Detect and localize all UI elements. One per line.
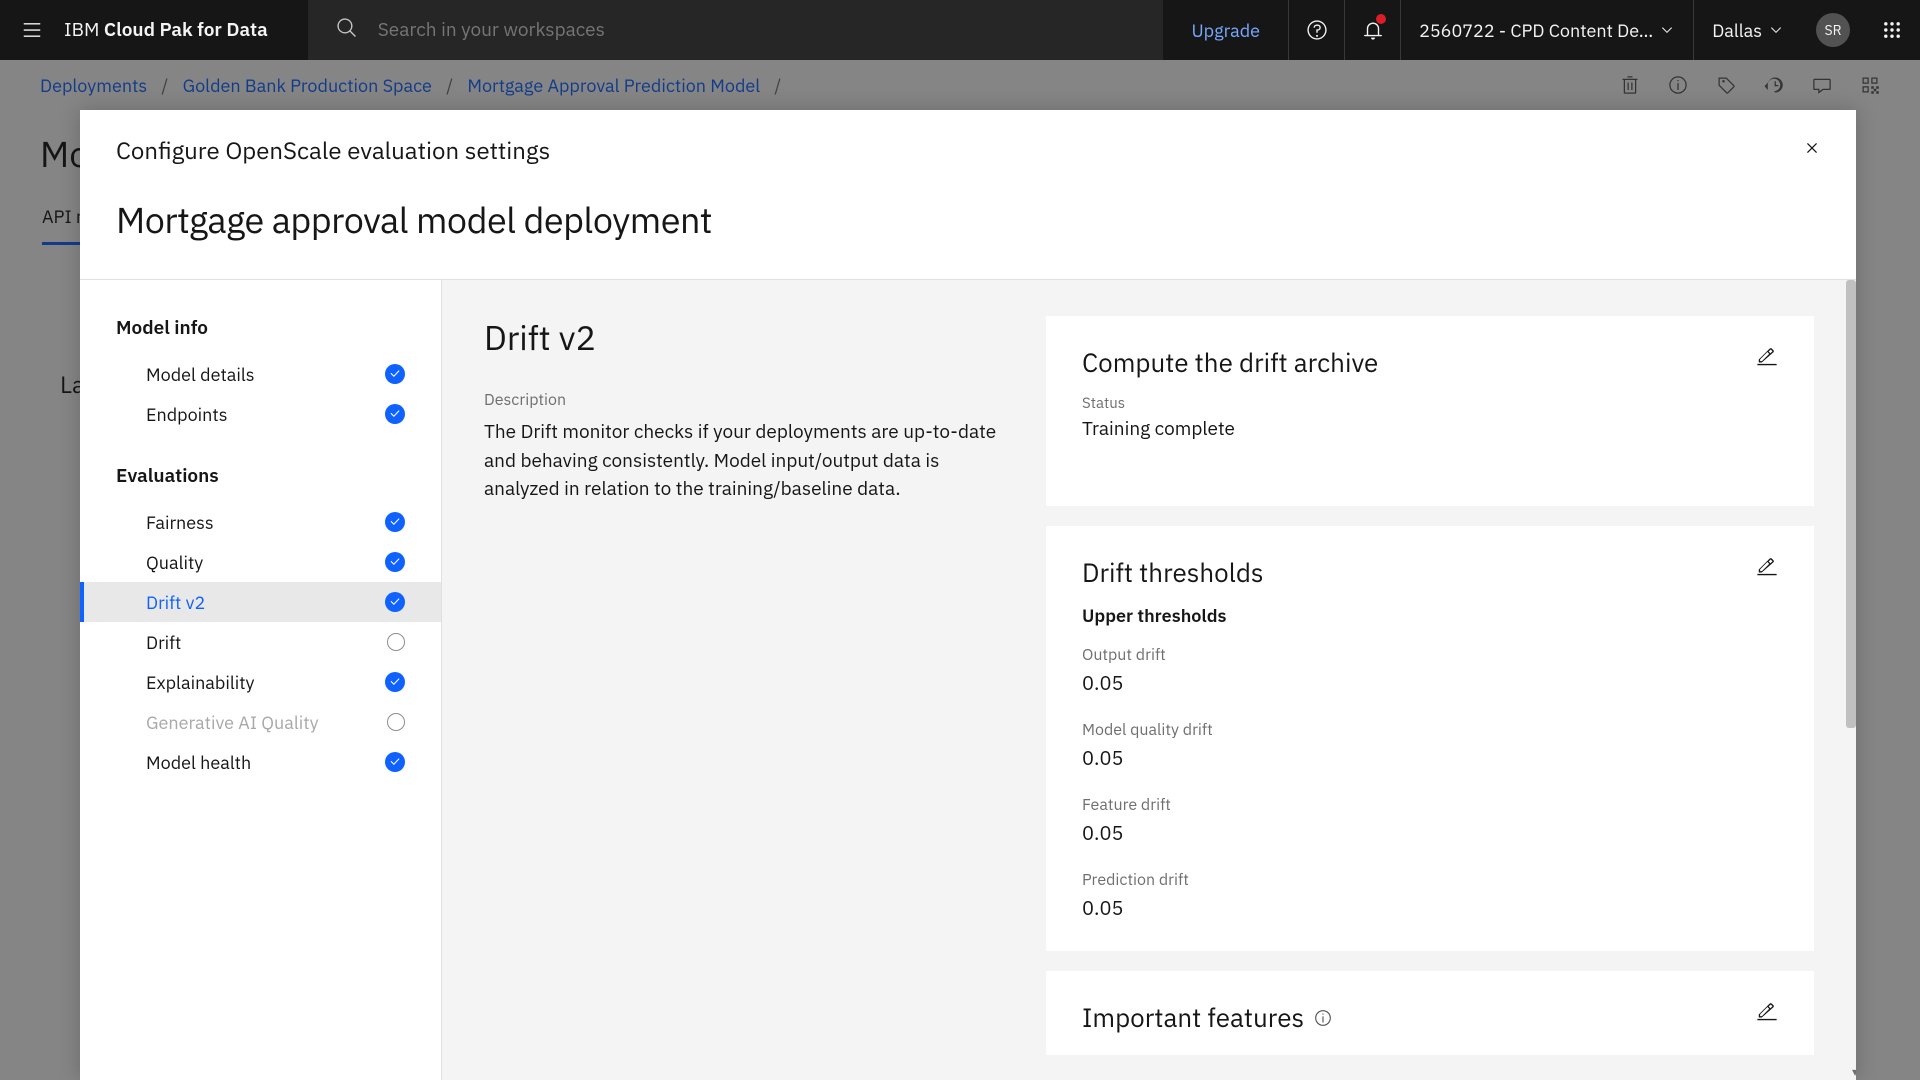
nav-label: Drift v2 [146, 591, 205, 614]
hamburger-menu[interactable] [0, 0, 64, 60]
check-icon [385, 672, 405, 692]
settings-modal: Configure OpenScale evaluation settings … [80, 110, 1856, 1080]
card-title: Important features [1082, 1001, 1332, 1035]
metric-output-drift: Output drift 0.05 [1082, 645, 1756, 696]
content-heading: Drift v2 [484, 316, 1004, 360]
check-icon [385, 364, 405, 384]
nav-label: Fairness [146, 511, 214, 534]
nav-label: Endpoints [146, 403, 228, 426]
edit-icon[interactable] [1756, 1001, 1778, 1028]
card-compute-archive: Compute the drift archive Status Trainin… [1046, 316, 1814, 506]
help-icon[interactable] [1288, 0, 1344, 60]
card-title: Compute the drift archive [1082, 346, 1378, 380]
metric-value: 0.05 [1082, 819, 1756, 846]
description-column: Drift v2 Description The Drift monitor c… [484, 316, 1004, 1044]
empty-status-icon [387, 633, 405, 651]
nav-model-health[interactable]: Model health [80, 742, 441, 782]
account-dropdown[interactable]: 2560722 - CPD Content De… [1400, 0, 1693, 60]
search-icon [336, 17, 358, 44]
app-switcher-icon[interactable] [1864, 0, 1920, 60]
metric-value: 0.05 [1082, 669, 1756, 696]
upgrade-link[interactable]: Upgrade [1163, 19, 1288, 42]
nav-endpoints[interactable]: Endpoints [80, 394, 441, 434]
group-evaluations: Evaluations [80, 464, 441, 502]
edit-icon[interactable] [1756, 556, 1778, 583]
nav-explainability[interactable]: Explainability [80, 662, 441, 702]
brand: IBM Cloud Pak for Data [64, 18, 308, 42]
metric-value: 0.05 [1082, 744, 1756, 771]
account-label: 2560722 - CPD Content De… [1419, 19, 1653, 42]
search-area [308, 0, 1164, 60]
edit-icon[interactable] [1756, 346, 1778, 373]
status-value: Training complete [1082, 417, 1378, 441]
modal-subtitle: Configure OpenScale evaluation settings [116, 134, 1820, 166]
top-nav: IBM Cloud Pak for Data Upgrade 2560722 -… [0, 0, 1920, 60]
region-label: Dallas [1712, 19, 1762, 42]
metric-model-quality-drift: Model quality drift 0.05 [1082, 720, 1756, 771]
nav-drift-v2[interactable]: Drift v2 [80, 582, 441, 622]
nav-drift[interactable]: Drift [80, 622, 441, 662]
nav-label: Explainability [146, 671, 255, 694]
metric-prediction-drift: Prediction drift 0.05 [1082, 870, 1756, 921]
scrollbar[interactable]: ▾ [1846, 280, 1856, 1080]
nav-quality[interactable]: Quality [80, 542, 441, 582]
thresholds-subtitle: Upper thresholds [1082, 604, 1756, 627]
group-model-info: Model info [80, 316, 441, 354]
modal-header: Configure OpenScale evaluation settings … [80, 110, 1856, 280]
metric-label: Feature drift [1082, 795, 1756, 815]
check-icon [385, 404, 405, 424]
notification-dot [1376, 14, 1386, 24]
nav-label: Model health [146, 751, 251, 774]
notifications-icon[interactable] [1344, 0, 1400, 60]
nav-label: Drift [146, 631, 181, 654]
nav-right: Upgrade 2560722 - CPD Content De… Dallas… [1163, 0, 1920, 60]
check-icon [385, 552, 405, 572]
region-dropdown[interactable]: Dallas [1693, 0, 1802, 60]
avatar[interactable]: SR [1816, 13, 1850, 47]
info-icon[interactable] [1314, 1001, 1332, 1035]
important-features-label: Important features [1082, 1001, 1304, 1035]
search-input[interactable] [378, 18, 878, 42]
nav-model-details[interactable]: Model details [80, 354, 441, 394]
metric-label: Output drift [1082, 645, 1756, 665]
nav-label: Quality [146, 551, 203, 574]
metric-value: 0.05 [1082, 894, 1756, 921]
settings-sidebar: Model info Model details Endpoints Evalu… [80, 280, 442, 1080]
metric-label: Prediction drift [1082, 870, 1756, 890]
card-title: Drift thresholds [1082, 556, 1756, 590]
check-icon [385, 512, 405, 532]
metric-feature-drift: Feature drift 0.05 [1082, 795, 1756, 846]
description-text: The Drift monitor checks if your deploym… [484, 418, 1004, 504]
nav-gen-ai-quality[interactable]: Generative AI Quality [80, 702, 441, 742]
modal-title: Mortgage approval model deployment [116, 196, 1820, 243]
empty-status-icon [387, 713, 405, 731]
check-icon [385, 592, 405, 612]
close-button[interactable] [1792, 128, 1832, 168]
description-label: Description [484, 390, 1004, 410]
status-label: Status [1082, 394, 1378, 413]
cards-column: Compute the drift archive Status Trainin… [1046, 316, 1814, 1044]
check-icon [385, 752, 405, 772]
card-drift-thresholds: Drift thresholds Upper thresholds Output… [1046, 526, 1814, 951]
modal-body: Model info Model details Endpoints Evalu… [80, 280, 1856, 1080]
metric-label: Model quality drift [1082, 720, 1756, 740]
brand-prefix: IBM [64, 18, 104, 42]
nav-label: Generative AI Quality [146, 711, 319, 734]
nav-fairness[interactable]: Fairness [80, 502, 441, 542]
nav-label: Model details [146, 363, 255, 386]
settings-content: Drift v2 Description The Drift monitor c… [442, 280, 1856, 1080]
card-important-features: Important features [1046, 971, 1814, 1055]
brand-bold: Cloud Pak for Data [104, 18, 268, 42]
